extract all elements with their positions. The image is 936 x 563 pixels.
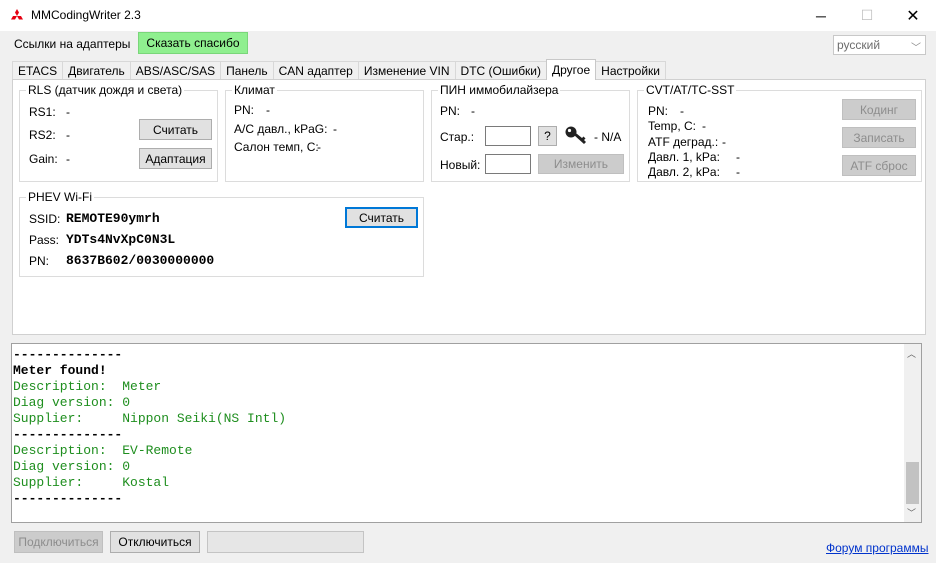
disconnect-button[interactable]: Отключиться xyxy=(110,531,200,553)
cvt-group: CVT/AT/TC-SST PN: - Temp, C: - ATF дегра… xyxy=(637,83,922,182)
rls-read-button[interactable]: Считать xyxy=(139,119,212,140)
phev-ssid-label: SSID: xyxy=(29,212,61,226)
key-icon xyxy=(565,126,586,144)
cvt-pn-label: PN: xyxy=(648,104,669,118)
cvt-pressure1-label: Давл. 1, kPa: xyxy=(648,150,720,164)
tab-panel[interactable]: Панель xyxy=(220,61,274,80)
chevron-down-icon: ﹀ xyxy=(911,43,921,54)
phev-pn-label: PN: xyxy=(29,254,50,268)
cvt-atf-label: ATF деград.: xyxy=(648,135,719,149)
log-line: -------------- xyxy=(13,347,123,362)
tab-bar: ETACS Двигатель ABS/ASC/SAS Панель CAN а… xyxy=(12,59,666,80)
log-line: Supplier: Kostal xyxy=(13,475,170,490)
cvt-coding-button[interactable]: Кодинг xyxy=(842,99,916,120)
immo-old-label: Стар.: xyxy=(440,130,475,144)
immo-pn-value: - xyxy=(471,104,475,118)
log-line: Description: EV-Remote xyxy=(13,443,193,458)
phev-pass-value: YDTs4NvXpC0N3L xyxy=(66,232,176,247)
climate-cabin-label: Салон темп, C: xyxy=(234,140,319,154)
phev-wifi-group: PHEV Wi-Fi SSID: REMOTE90ymrh Pass: YDTs… xyxy=(19,190,424,277)
log-line: Diag version: 0 xyxy=(13,395,131,410)
rls-rs2-label: RS2: xyxy=(29,128,56,142)
rls-gain-value: - xyxy=(66,152,70,166)
rls-rs2-value: - xyxy=(66,128,70,142)
climate-ac-label: A/C давл., kPaG: xyxy=(234,122,328,136)
connect-button[interactable]: Подключиться xyxy=(14,531,103,553)
climate-pn-value: - xyxy=(266,103,270,117)
adapters-link[interactable]: Ссылки на адаптеры xyxy=(14,37,130,51)
phev-group-title: PHEV Wi-Fi xyxy=(26,190,94,204)
rls-group: RLS (датчик дождя и света) RS1: - RS2: -… xyxy=(19,83,218,182)
immo-help-button[interactable]: ? xyxy=(538,126,557,146)
climate-pn-label: PN: xyxy=(234,103,255,117)
rls-adapt-button[interactable]: Адаптация xyxy=(139,148,212,169)
immo-change-button[interactable]: Изменить xyxy=(538,154,624,174)
mitsubishi-logo-icon xyxy=(11,9,23,20)
cvt-atf-reset-button[interactable]: ATF сброс xyxy=(842,155,916,176)
climate-group-title: Климат xyxy=(232,83,277,97)
climate-group: Климат PN: - A/C давл., kPaG: - Салон те… xyxy=(225,83,424,182)
phev-pass-label: Pass: xyxy=(29,233,60,247)
phev-ssid-value: REMOTE90ymrh xyxy=(66,211,160,226)
log-line: Meter found! xyxy=(13,363,107,378)
climate-cabin-value: - xyxy=(317,140,321,154)
log-line: -------------- xyxy=(13,491,123,506)
cvt-temp-value: - xyxy=(702,119,706,133)
tab-other[interactable]: Другое xyxy=(546,59,597,80)
language-select[interactable]: русский ﹀ xyxy=(833,35,926,55)
rls-rs1-label: RS1: xyxy=(29,105,56,119)
immo-new-pin-input[interactable] xyxy=(485,154,531,174)
phev-pn-value: 8637B602/0030000000 xyxy=(66,253,215,268)
window-title: MMCodingWriter 2.3 xyxy=(31,8,141,22)
log-line: Supplier: Nippon Seiki(NS Intl) xyxy=(13,411,287,426)
log-line: Diag version: 0 xyxy=(13,459,131,474)
cvt-pressure1-value: - xyxy=(736,150,740,164)
status-box xyxy=(207,531,364,553)
immo-old-pin-input[interactable] xyxy=(485,126,531,146)
cvt-write-button[interactable]: Записать xyxy=(842,127,916,148)
immo-new-label: Новый: xyxy=(440,158,481,172)
tab-etacs[interactable]: ETACS xyxy=(12,61,64,80)
tab-engine[interactable]: Двигатель xyxy=(62,61,131,80)
tab-settings[interactable]: Настройки xyxy=(595,61,666,80)
cvt-pressure2-value: - xyxy=(736,165,740,179)
language-select-value: русский xyxy=(837,38,881,52)
climate-ac-value: - xyxy=(333,122,337,136)
forum-link[interactable]: Форум программы xyxy=(826,541,928,555)
immo-pin-group: ПИН иммобилайзера PN: - Стар.: ? - N/A Н… xyxy=(431,83,630,182)
rls-rs1-value: - xyxy=(66,105,70,119)
cvt-pn-value: - xyxy=(680,104,684,118)
immo-group-title: ПИН иммобилайзера xyxy=(438,83,561,97)
log-output[interactable]: -------------- Meter found! Description:… xyxy=(11,343,922,523)
scroll-up-icon[interactable]: ︿ xyxy=(907,347,916,360)
rls-gain-label: Gain: xyxy=(29,152,58,166)
cvt-group-title: CVT/AT/TC-SST xyxy=(644,83,737,97)
scrollbar-thumb[interactable] xyxy=(906,462,919,504)
scroll-down-icon[interactable]: ﹀ xyxy=(907,506,916,519)
phev-read-button[interactable]: Считать xyxy=(345,207,418,228)
tab-dtc[interactable]: DTC (Ошибки) xyxy=(454,61,548,80)
maximize-button[interactable]: ☐ xyxy=(844,0,890,31)
immo-pn-label: PN: xyxy=(440,104,461,118)
log-line: Description: Meter xyxy=(13,379,162,394)
say-thanks-button[interactable]: Сказать спасибо xyxy=(138,32,248,54)
cvt-temp-label: Temp, C: xyxy=(648,119,697,133)
log-line: -------------- xyxy=(13,427,123,442)
tab-vin-change[interactable]: Изменение VIN xyxy=(357,61,456,80)
tab-can-adapter[interactable]: CAN адаптер xyxy=(272,61,359,80)
cvt-atf-value: - xyxy=(722,135,726,149)
close-button[interactable]: ✕ xyxy=(890,0,936,31)
log-scrollbar[interactable]: ︿ ﹀ xyxy=(904,344,921,522)
tab-panel-other: RLS (датчик дождя и света) RS1: - RS2: -… xyxy=(12,79,926,335)
immo-key-status: - N/A xyxy=(594,130,622,144)
tab-abs-asc-sas[interactable]: ABS/ASC/SAS xyxy=(129,61,222,80)
minimize-button[interactable]: ─ xyxy=(798,0,844,31)
cvt-pressure2-label: Давл. 2, kPa: xyxy=(648,165,720,179)
rls-group-title: RLS (датчик дождя и света) xyxy=(26,83,185,97)
